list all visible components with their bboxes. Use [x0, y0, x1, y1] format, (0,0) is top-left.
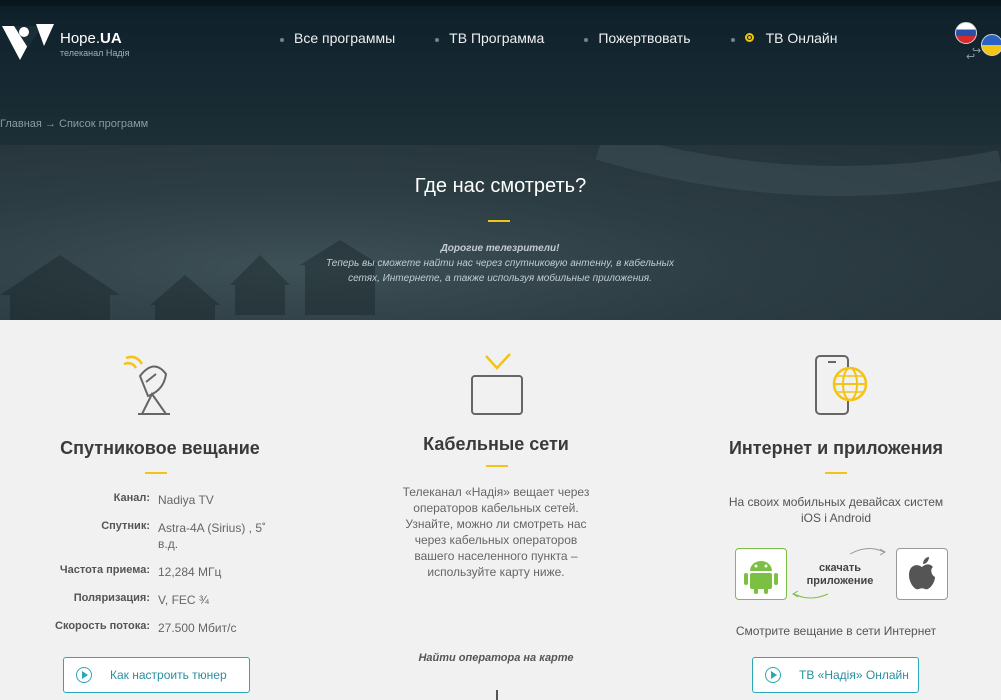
breadcrumb-current: Список программ: [59, 118, 149, 130]
language-ru-flag-icon[interactable]: [955, 22, 977, 44]
nav-all-programs[interactable]: Все программы: [280, 30, 395, 50]
map-marker-icon: [496, 690, 498, 700]
info-value: V, FEC ¾: [158, 593, 209, 607]
cable-text: Телеканал «Надія» вещает через операторо…: [402, 485, 590, 579]
breadcrumb-separator: →: [44, 118, 56, 130]
breadcrumb: Главная → Список программ: [0, 118, 148, 130]
info-label: Спутник:: [101, 520, 150, 532]
tv-online-button-label: ТВ «Надія» Онлайн: [799, 668, 909, 682]
phone-globe-icon: [815, 355, 868, 415]
hero-text: Дорогие телезрители! Теперь вы сможете н…: [315, 241, 685, 286]
info-value: 27.500 Мбит/с: [158, 621, 237, 635]
info-row-satellite: Спутник: Astra-4A (Sirius) , 5˚ в.д.: [30, 520, 290, 564]
play-icon: [765, 667, 781, 683]
satellite-dish-icon: [123, 355, 170, 415]
play-icon: [76, 667, 92, 683]
tv-icon: [471, 353, 523, 415]
download-arrows-icon: [792, 548, 886, 599]
nav-tv-online[interactable]: ТВ Онлайн: [730, 30, 838, 50]
satellite-info-table: Канал: Nadiya TV Спутник: Astra-4A (Siri…: [30, 492, 290, 648]
android-app-button[interactable]: [735, 548, 787, 600]
satellite-title: Спутниковое вещание: [60, 438, 260, 458]
nav-donate[interactable]: Пожертвовать: [584, 30, 691, 50]
logo[interactable]: Hope.UA телеканал Надія: [0, 20, 130, 64]
hero-text-body: Теперь вы сможете найти нас через спутни…: [326, 258, 674, 284]
internet-title: Интернет и приложения: [728, 438, 944, 458]
site-header: Hope.UA телеканал Надія Все программы ТВ…: [0, 0, 1001, 145]
find-operator-link[interactable]: Найти оператора на карте: [396, 652, 596, 664]
info-label: Скорость потока:: [55, 620, 150, 632]
info-label: Частота приема:: [59, 564, 150, 576]
info-row-bitrate: Скорость потока: 27.500 Мбит/с: [30, 620, 290, 648]
live-icon: [744, 33, 754, 42]
language-ua-flag-icon[interactable]: [981, 34, 1001, 56]
info-row-channel: Канал: Nadiya TV: [30, 492, 290, 520]
houses-background-image: [0, 145, 1001, 320]
watch-online-text: Смотрите вещание в сети Интернет: [735, 624, 937, 638]
logo-icon: [2, 24, 54, 60]
swap-arrow-back-icon: ↩: [966, 51, 976, 63]
tv-online-button[interactable]: ТВ «Надія» Онлайн: [752, 657, 919, 693]
info-value: 12,284 МГц: [158, 565, 222, 579]
cable-title: Кабельные сети: [423, 434, 569, 454]
main-nav: Все программы ТВ Программа Пожертвовать …: [280, 30, 878, 50]
logo-title: Hope.UA: [60, 30, 122, 47]
android-icon: [744, 561, 778, 594]
hero-banner: Где нас смотреть? Дорогие телезрители! Т…: [0, 145, 1001, 320]
info-label: Канал:: [113, 492, 150, 504]
info-row-polarization: Поляризация: V, FEC ¾: [30, 592, 290, 620]
info-value: Nadiya TV: [158, 493, 214, 507]
setup-tuner-label: Как настроить тюнер: [110, 668, 227, 682]
internet-accent-line: [825, 472, 847, 474]
setup-tuner-button[interactable]: Как настроить тюнер: [63, 657, 250, 693]
apple-icon: [909, 557, 935, 590]
cable-accent-line: [486, 465, 508, 467]
breadcrumb-home-link[interactable]: Главная: [0, 118, 42, 130]
hero-accent-line: [488, 220, 510, 222]
nav-tv-schedule[interactable]: ТВ Программа: [435, 30, 544, 50]
nav-tv-online-label: ТВ Онлайн: [765, 30, 838, 46]
logo-subtitle: телеканал Надія: [60, 48, 130, 58]
hero-title: Где нас смотреть?: [414, 175, 587, 197]
info-value: Astra-4A (Sirius) , 5˚ в.д.: [158, 521, 267, 551]
info-label: Поляризация:: [73, 592, 150, 604]
info-row-frequency: Частота приема: 12,284 МГц: [30, 564, 290, 592]
satellite-accent-line: [145, 472, 167, 474]
internet-text: На своих мобильных девайсах систем iOS i…: [728, 495, 944, 525]
ios-app-button[interactable]: [896, 548, 948, 600]
hero-text-greeting: Дорогие телезрители!: [440, 243, 560, 254]
